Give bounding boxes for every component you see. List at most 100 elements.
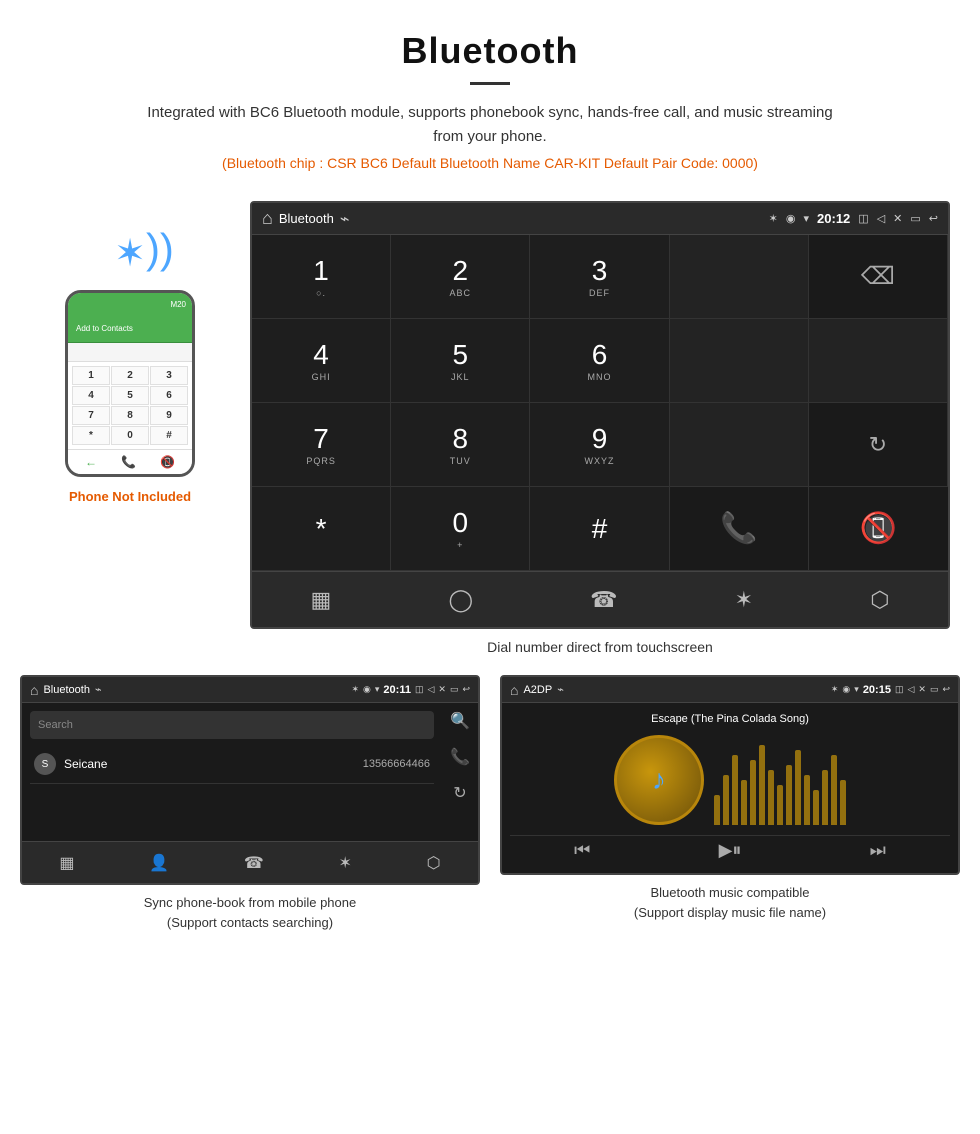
dial-empty-2 <box>809 319 948 403</box>
eq-bar-14 <box>831 755 837 825</box>
bluetooth-specs: (Bluetooth chip : CSR BC6 Default Blueto… <box>20 155 960 171</box>
pb-nav-grid-icon[interactable]: ▦ <box>59 853 74 873</box>
phone-key-6[interactable]: 6 <box>150 386 188 405</box>
phonebook-caption: Sync phone-book from mobile phone (Suppo… <box>144 893 356 932</box>
phone-key-7[interactable]: 7 <box>72 406 110 425</box>
phonebook-status-left: ⌂ Bluetooth ⌁ <box>30 682 102 698</box>
phone-call-icon: 📞 <box>121 455 136 469</box>
music-status-bar: ⌂ A2DP ⌁ ✶ ◉ ▾ 20:15 ◫ ◁ ✕ ▭ ↩ <box>502 677 958 703</box>
music-song-title: Escape (The Pina Colada Song) <box>651 713 809 725</box>
car-status-left: ⌂ Bluetooth ⌁ <box>262 208 349 229</box>
eq-bar-11 <box>804 775 810 825</box>
dial-letters-0: + <box>457 540 463 550</box>
phone-key-1[interactable]: 1 <box>72 366 110 385</box>
music-prev-icon[interactable]: ⏮ <box>574 840 590 861</box>
dial-delete-icon: ⌫ <box>861 262 895 291</box>
phone-key-5[interactable]: 5 <box>111 386 149 405</box>
dial-key-2[interactable]: 2 ABC <box>391 235 530 319</box>
contact-avatar-s: S <box>34 753 56 775</box>
ms-bt-icon: ✶ <box>831 684 839 695</box>
phone-key-hash[interactable]: # <box>150 426 188 445</box>
phonebook-status-right: ✶ ◉ ▾ 20:11 ◫ ◁ ✕ ▭ ↩ <box>351 684 470 696</box>
dial-key-9[interactable]: 9 WXYZ <box>530 403 669 487</box>
pb-search-icon[interactable]: 🔍 <box>450 711 470 731</box>
page-title: Bluetooth <box>20 30 960 72</box>
phone-key-8[interactable]: 8 <box>111 406 149 425</box>
pb-refresh-icon[interactable]: ↻ <box>453 783 466 803</box>
phone-key-9[interactable]: 9 <box>150 406 188 425</box>
car-usb-icon: ⌁ <box>340 209 350 229</box>
dial-call-green-key[interactable]: 📞 <box>670 487 809 571</box>
music-home-icon[interactable]: ⌂ <box>510 682 518 698</box>
pb-nav-link-icon[interactable]: ⬡ <box>427 853 441 873</box>
music-content: Escape (The Pina Colada Song) ♪ <box>502 703 958 873</box>
dial-key-4[interactable]: 4 GHI <box>252 319 391 403</box>
eq-bar-9 <box>786 765 792 825</box>
car-nav-person-icon[interactable]: ◯ <box>448 587 473 613</box>
phonebook-search-bar[interactable]: Search <box>30 711 434 739</box>
dial-key-1[interactable]: 1 ○. <box>252 235 391 319</box>
pb-nav-bt-icon[interactable]: ✶ <box>339 853 352 873</box>
car-home-icon[interactable]: ⌂ <box>262 208 273 229</box>
eq-bar-2 <box>723 775 729 825</box>
phone-key-0[interactable]: 0 <box>111 426 149 445</box>
music-next-icon[interactable]: ⏭ <box>870 840 886 861</box>
pb-time: 20:11 <box>383 684 411 696</box>
pb-wifi-icon: ▾ <box>375 684 380 695</box>
phone-key-3[interactable]: 3 <box>150 366 188 385</box>
music-play-pause-icon[interactable]: ▶⏸ <box>719 840 742 861</box>
eq-bar-6 <box>759 745 765 825</box>
music-album-row: ♪ <box>614 735 846 825</box>
car-back-icon: ↩ <box>929 212 938 225</box>
dial-display-area <box>670 235 809 319</box>
dial-empty-3 <box>670 403 809 487</box>
ms-scr-icon: ▭ <box>930 684 939 695</box>
music-status-right: ✶ ◉ ▾ 20:15 ◫ ◁ ✕ ▭ ↩ <box>831 684 950 696</box>
dial-key-5[interactable]: 5 JKL <box>391 319 530 403</box>
dial-call-green-icon: 📞 <box>720 511 757 546</box>
dial-key-hash[interactable]: # <box>530 487 669 571</box>
dialpad-caption: Dial number direct from touchscreen <box>487 639 713 655</box>
car-nav-phone-icon[interactable]: ☎ <box>590 587 617 613</box>
page-header: Bluetooth Integrated with BC6 Bluetooth … <box>0 0 980 201</box>
dial-key-7[interactable]: 7 PQRS <box>252 403 391 487</box>
contact-item-seicane[interactable]: S Seicane 13566664466 <box>30 745 434 784</box>
pb-call-side-icon[interactable]: 📞 <box>450 747 470 767</box>
dial-num-9: 9 <box>592 423 608 455</box>
phonebook-screenshot-item: ⌂ Bluetooth ⌁ ✶ ◉ ▾ 20:11 ◫ ◁ ✕ ▭ ↩ <box>20 675 480 932</box>
car-nav-link-icon[interactable]: ⬡ <box>870 587 889 613</box>
eq-bar-4 <box>741 780 747 825</box>
dial-letters-7: PQRS <box>306 456 336 466</box>
dial-refresh-key[interactable]: ↻ <box>809 403 948 487</box>
car-nav-grid-icon[interactable]: ▦ <box>311 587 332 613</box>
dial-key-6[interactable]: 6 MNO <box>530 319 669 403</box>
pb-nav-person-icon[interactable]: 👤 <box>149 853 169 873</box>
dial-key-0[interactable]: 0 + <box>391 487 530 571</box>
pb-nav-phone-icon[interactable]: ☎ <box>244 853 264 873</box>
eq-bar-12 <box>813 790 819 825</box>
dial-letters-8: TUV <box>450 456 471 466</box>
phonebook-side-icons: 🔍 📞 ↻ <box>442 703 478 811</box>
bottom-screenshots: ⌂ Bluetooth ⌁ ✶ ◉ ▾ 20:11 ◫ ◁ ✕ ▭ ↩ <box>0 655 980 942</box>
phone-section: ✶ )) M20 Add to Contacts 1 2 3 4 5 <box>20 201 240 504</box>
dial-call-red-key[interactable]: 📵 <box>809 487 948 571</box>
dial-key-3[interactable]: 3 DEF <box>530 235 669 319</box>
ms-vol-icon: ◁ <box>907 684 914 695</box>
phone-mockup: M20 Add to Contacts 1 2 3 4 5 6 7 8 9 <box>65 290 195 477</box>
phonebook-screen: ⌂ Bluetooth ⌁ ✶ ◉ ▾ 20:11 ◫ ◁ ✕ ▭ ↩ <box>20 675 480 885</box>
dial-refresh-icon: ↻ <box>869 432 887 458</box>
phone-key-star[interactable]: * <box>72 426 110 445</box>
car-nav-bluetooth-icon[interactable]: ✶ <box>735 587 753 613</box>
dial-delete-key[interactable]: ⌫ <box>809 235 948 319</box>
car-camera-icon: ◫ <box>858 212 868 225</box>
dial-key-8[interactable]: 8 TUV <box>391 403 530 487</box>
phone-key-2[interactable]: 2 <box>111 366 149 385</box>
dial-key-star[interactable]: * <box>252 487 391 571</box>
bluetooth-waves-icon: )) <box>146 225 174 273</box>
phone-status-bar: M20 <box>68 293 192 315</box>
phonebook-nav-bar: ▦ 👤 ☎ ✶ ⬡ <box>22 841 478 883</box>
music-screen: ⌂ A2DP ⌁ ✶ ◉ ▾ 20:15 ◫ ◁ ✕ ▭ ↩ Es <box>500 675 960 875</box>
phonebook-home-icon[interactable]: ⌂ <box>30 682 38 698</box>
phone-key-4[interactable]: 4 <box>72 386 110 405</box>
dial-letters-5: JKL <box>451 372 470 382</box>
